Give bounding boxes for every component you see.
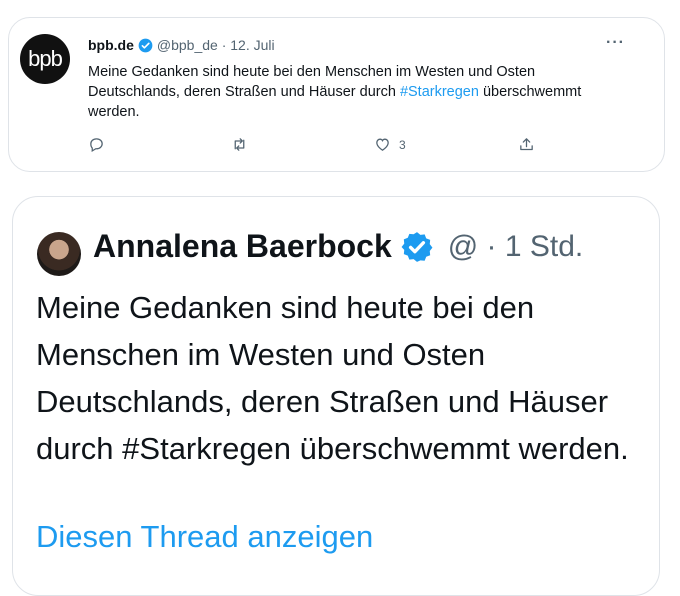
retweet-button[interactable] — [231, 136, 248, 153]
avatar-bpb[interactable]: bpb — [20, 34, 70, 84]
handle-and-date[interactable]: @bpb_de · 12. Juli — [157, 37, 275, 53]
share-button[interactable] — [518, 136, 535, 153]
like-icon — [376, 138, 389, 151]
show-thread-link[interactable]: Diesen Thread anzeigen — [36, 519, 373, 555]
author-name[interactable]: Annalena Baerbock — [93, 228, 392, 265]
avatar-logo-text: bpb — [28, 46, 63, 71]
avatar-baerbock[interactable] — [37, 232, 81, 276]
tweet-text: Meine Gedanken sind heute bei den Mensch… — [36, 290, 629, 466]
reply-button[interactable] — [88, 136, 105, 153]
tweet-header: bpb.de @bpb_de · 12. Juli — [88, 37, 275, 53]
verified-badge-icon — [401, 231, 433, 262]
more-icon[interactable]: ··· — [606, 34, 625, 52]
retweet-icon — [234, 138, 245, 151]
handle-and-time[interactable]: @ · 1 Std. — [448, 230, 584, 264]
verified-badge-icon — [138, 38, 153, 52]
tweet-actions: 3 — [88, 136, 538, 156]
share-icon — [520, 138, 533, 151]
hashtag-link[interactable]: #Starkregen — [400, 84, 479, 100]
tweet-text: Meine Gedanken sind heute bei den Mensch… — [88, 62, 608, 122]
like-button[interactable]: 3 — [374, 136, 406, 153]
tweet-header: Annalena Baerbock @ · 1 Std. — [93, 228, 583, 265]
reply-icon — [90, 138, 103, 153]
author-name[interactable]: bpb.de — [88, 37, 134, 53]
like-count: 3 — [399, 137, 406, 152]
